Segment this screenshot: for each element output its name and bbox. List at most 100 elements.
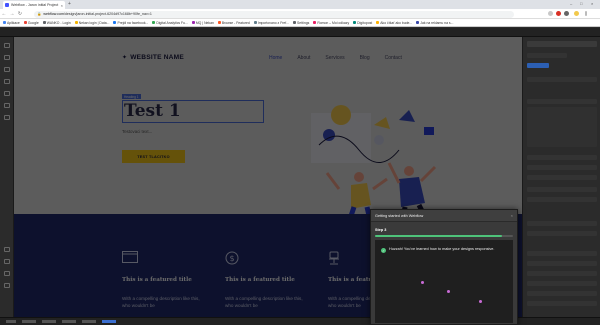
back-icon[interactable]: ← (0, 11, 8, 17)
settings-icon[interactable] (4, 247, 10, 252)
extension-icon[interactable] (564, 11, 569, 16)
animation-dot (447, 290, 450, 293)
weight-field[interactable] (527, 271, 597, 276)
bookmark-label: Jak na reklamu na s... (420, 20, 454, 25)
reload-icon[interactable]: ↻ (16, 11, 24, 17)
bookmark-item[interactable]: Google (23, 21, 39, 25)
bookmark-item[interactable]: Nekan login | Data... (74, 21, 109, 25)
popup-header: Getting started with Webflow × (371, 210, 517, 222)
site-navbar: ✦ WEBSITE NAME Home About Services Blog … (14, 37, 522, 80)
breadcrumb-item[interactable] (22, 320, 36, 323)
position-field[interactable] (527, 231, 597, 236)
nav-link-home[interactable]: Home (269, 55, 282, 61)
bookmark-favicon-icon (113, 21, 117, 24)
bookmark-item[interactable]: Digital Analytics Fu... (152, 21, 188, 25)
breadcrumb-item-active[interactable] (102, 320, 116, 323)
help-icon[interactable] (4, 271, 10, 276)
site-logo[interactable]: ✦ WEBSITE NAME (122, 54, 184, 61)
bookmark-item[interactable]: Jak na reklamu na s... (416, 21, 453, 25)
extension-icon[interactable] (548, 11, 553, 16)
hero-heading[interactable]: Test 1 (124, 100, 181, 122)
align-field[interactable] (527, 301, 597, 306)
minimize-button[interactable]: – (570, 1, 572, 6)
bookmark-item[interactable]: Ako číšať ako bude... (376, 21, 412, 25)
position-section[interactable] (527, 221, 597, 226)
logo-star-icon: ✦ (122, 55, 128, 61)
bookmark-favicon-icon (3, 21, 6, 24)
bookmark-item[interactable]: Digitopost (353, 21, 372, 25)
nav-link-blog[interactable]: Blog (360, 55, 370, 61)
audit-icon[interactable] (4, 259, 10, 264)
browser-tab[interactable]: Webflow - Jaron initial Project × (3, 1, 65, 9)
bookmark-item[interactable]: Aplikace (3, 21, 20, 25)
step-progress-fill (375, 235, 502, 237)
cms-icon[interactable] (4, 79, 10, 84)
address-bar[interactable]: 🔒 webflow.com/design/jaron-initial-proje… (34, 10, 514, 18)
forward-icon[interactable]: → (8, 11, 16, 17)
style-panel (522, 37, 600, 317)
bookmark-favicon-icon (74, 21, 78, 24)
bookmark-item[interactable]: Browse - Featured (217, 21, 250, 25)
hero-subtext[interactable]: Testovaci text... (122, 129, 152, 134)
nav-link-services[interactable]: Services (325, 55, 344, 61)
font-field[interactable] (527, 261, 597, 266)
popup-title: Getting started with Webflow (375, 213, 424, 218)
color-field[interactable] (527, 291, 597, 296)
site-nav-links: Home About Services Blog Contact (269, 55, 402, 61)
bookmark-item[interactable]: Romon – Moi odkazy (313, 21, 349, 25)
size-fields[interactable] (527, 187, 597, 192)
selector-field[interactable] (527, 53, 567, 58)
popup-video[interactable]: ✓ Huzzah! You've learned how to make you… (375, 240, 513, 323)
tab-close-icon[interactable]: × (61, 3, 63, 8)
breadcrumb-item[interactable] (82, 320, 96, 323)
bookmark-favicon-icon (253, 21, 257, 24)
bookmark-item[interactable]: Settings (293, 21, 309, 25)
webflow-favicon-icon (5, 3, 9, 7)
size-field[interactable] (527, 281, 597, 286)
maximize-button[interactable]: □ (580, 1, 582, 6)
assets-icon[interactable] (4, 103, 10, 108)
extension-icon[interactable] (556, 11, 561, 16)
panel-tabs[interactable] (527, 41, 597, 47)
bookmark-label: Prejdi na facebook... (117, 20, 149, 25)
breadcrumb-item[interactable] (6, 320, 16, 323)
popup-close-icon[interactable]: × (511, 213, 513, 218)
bookmark-item[interactable]: Importovano z Fref... (253, 21, 289, 25)
profile-avatar[interactable] (574, 11, 579, 16)
breadcrumb-item[interactable] (62, 320, 76, 323)
nav-link-about[interactable]: About (297, 55, 310, 61)
menu-icon[interactable] (585, 11, 587, 16)
close-window-button[interactable]: × (591, 1, 593, 6)
pages-icon[interactable] (4, 67, 10, 72)
feature-title: This is a featured title (225, 277, 295, 283)
animation-dot (421, 281, 424, 284)
size-fields[interactable] (527, 165, 597, 170)
size-fields[interactable] (527, 197, 597, 202)
bookmark-item[interactable]: WANKO - Login (42, 20, 71, 25)
new-tab-button[interactable]: + (68, 1, 71, 7)
size-section[interactable] (527, 155, 597, 160)
breadcrumb-item[interactable] (42, 320, 56, 323)
ecommerce-icon[interactable] (4, 91, 10, 96)
bookmark-favicon-icon (23, 21, 27, 24)
money-icon: $ (225, 251, 239, 265)
size-fields[interactable] (527, 175, 597, 180)
selected-element-label: Heading 1 (122, 94, 141, 99)
class-tag[interactable] (527, 63, 549, 68)
bookmark-item[interactable]: MQ | Nekan (191, 21, 214, 25)
layout-section[interactable] (527, 77, 597, 82)
hero-button[interactable]: TEST TLACITKO (122, 150, 185, 163)
spacing-box[interactable] (527, 107, 597, 147)
bookmark-label: WANKO - Login (46, 20, 71, 25)
bookmark-favicon-icon (42, 21, 46, 24)
bookmark-item[interactable]: Prejdi na facebook... (113, 21, 148, 25)
spacing-section[interactable] (527, 99, 597, 104)
video-tutorials-icon[interactable] (4, 283, 10, 288)
designer-topbar (0, 28, 600, 37)
typography-section[interactable] (527, 251, 597, 256)
symbols-icon[interactable] (4, 115, 10, 120)
add-panel-icon[interactable] (4, 43, 10, 48)
browser-window-icon (122, 251, 138, 263)
nav-link-contact[interactable]: Contact (385, 55, 402, 61)
navigator-icon[interactable] (4, 55, 10, 60)
